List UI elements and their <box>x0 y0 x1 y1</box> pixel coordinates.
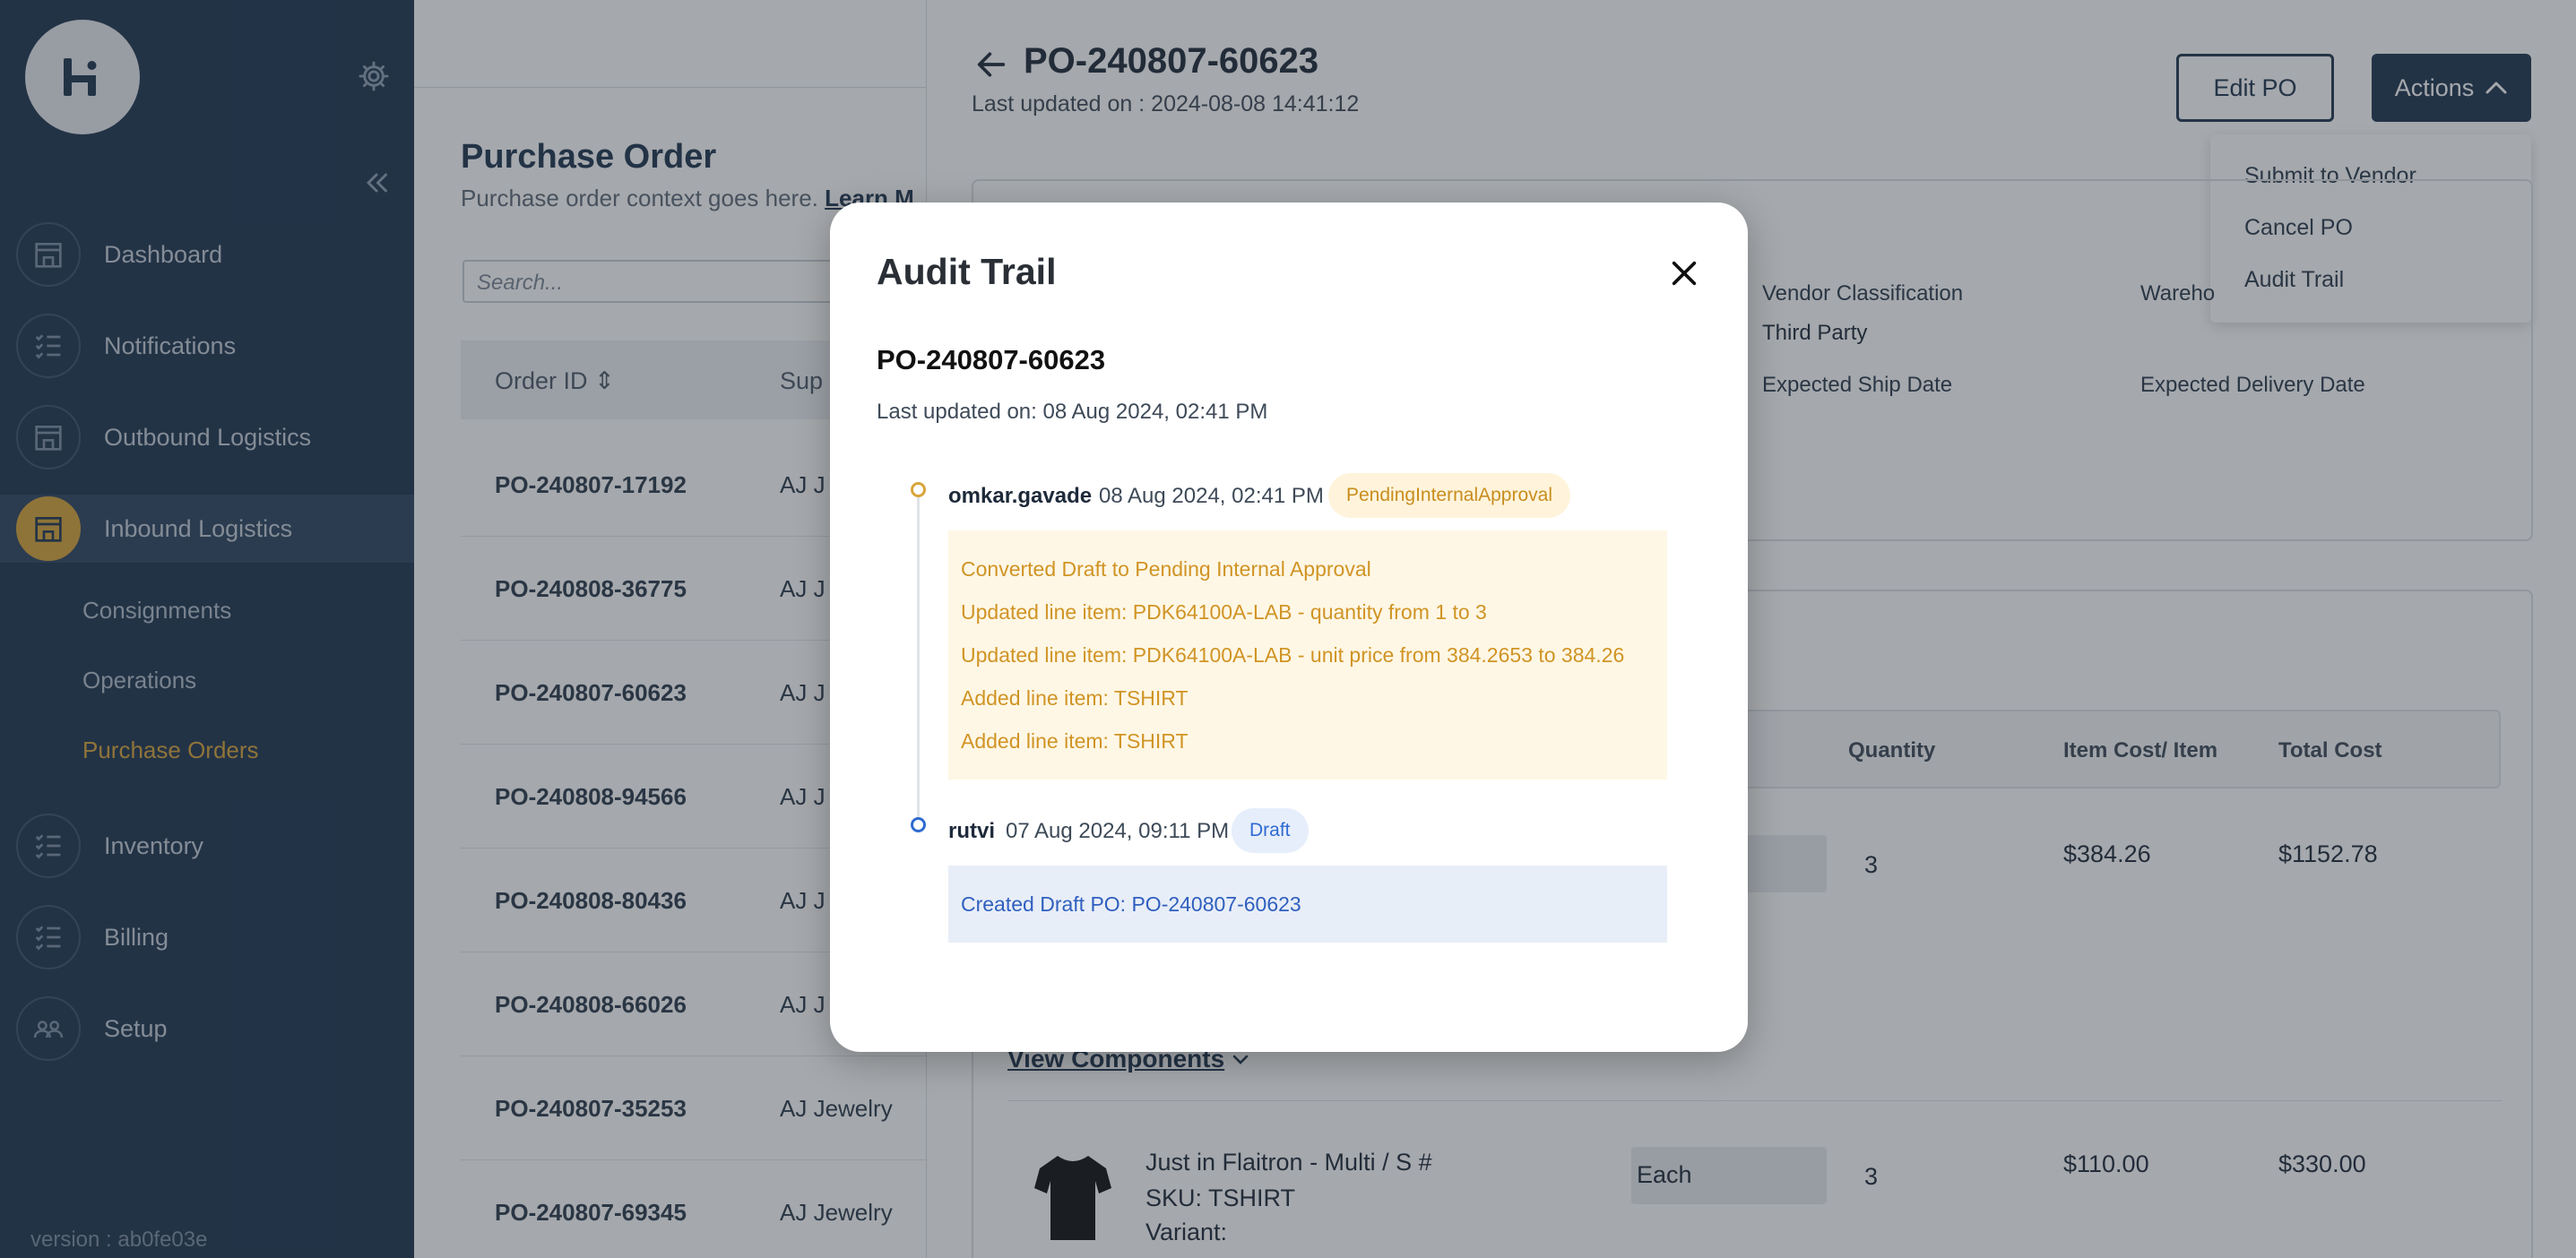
audit-change-line: Added line item: TSHIRT <box>961 729 1189 753</box>
audit-entry-user: omkar.gavade <box>948 484 1093 508</box>
timeline-dot <box>911 817 926 832</box>
audit-change-line: Added line item: TSHIRT <box>961 686 1189 710</box>
audit-entry-changes: Converted Draft to Pending Internal Appr… <box>948 530 1667 780</box>
close-icon[interactable] <box>1669 258 1699 289</box>
audit-change-line: Updated line item: PDK64100A-LAB - quant… <box>961 600 1487 624</box>
timeline-dot <box>911 482 926 497</box>
audit-change-line: Updated line item: PDK64100A-LAB - unit … <box>961 643 1625 667</box>
modal-last-updated: Last updated on: 08 Aug 2024, 02:41 PM <box>877 400 1268 424</box>
modal-title: Audit Trail <box>877 251 1057 292</box>
audit-change-line: Created Draft PO: PO-240807-60623 <box>961 892 1301 916</box>
status-badge: Draft <box>1232 808 1309 853</box>
status-badge: PendingInternalApproval <box>1328 473 1570 518</box>
audit-change-line: Converted Draft to Pending Internal Appr… <box>961 557 1371 581</box>
timeline-line <box>917 486 920 826</box>
audit-entry-time: 07 Aug 2024, 09:11 PM <box>1006 819 1230 843</box>
audit-entry-changes: Created Draft PO: PO-240807-60623 <box>948 866 1667 943</box>
audit-trail-modal: Audit Trail PO-240807-60623 Last updated… <box>830 202 1748 1052</box>
audit-entry-time: 08 Aug 2024, 02:41 PM <box>1099 484 1324 508</box>
audit-entry-user: rutvi <box>948 819 996 843</box>
modal-po-number: PO-240807-60623 <box>877 344 1106 375</box>
